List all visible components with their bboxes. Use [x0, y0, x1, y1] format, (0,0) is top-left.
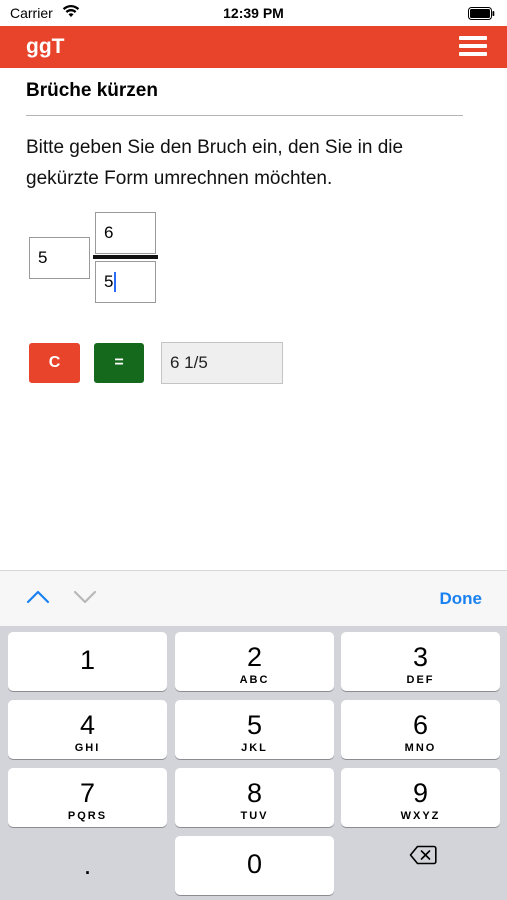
menu-icon[interactable] [459, 34, 487, 58]
key-3[interactable]: 3 DEF [341, 632, 500, 691]
key-letters: GHI [74, 742, 101, 754]
key-letters: PQRS [67, 810, 108, 822]
page-title: Brüche kürzen [26, 80, 158, 101]
key-dot[interactable]: . [8, 836, 167, 895]
key-letters: TUV [240, 810, 269, 822]
key-letters: ABC [239, 674, 270, 686]
fraction-bar [93, 255, 158, 259]
key-6[interactable]: 6 MNO [341, 700, 500, 759]
instruction-text: Bitte geben Sie den Bruch ein, den Sie i… [26, 137, 404, 189]
whole-number-value: 5 [38, 248, 48, 267]
whole-number-input[interactable]: 5 [29, 237, 90, 279]
key-digit: 2 [246, 642, 263, 672]
chevron-up-icon[interactable] [26, 589, 50, 605]
key-1[interactable]: 1 [8, 632, 167, 691]
chevron-down-icon[interactable] [73, 589, 97, 605]
key-letters: MNO [404, 742, 437, 754]
result-value: 6 1/5 [170, 353, 208, 372]
key-digit: 1 [79, 645, 96, 675]
denominator-value: 5 [104, 272, 114, 291]
key-letters: WXYZ [400, 810, 441, 822]
clock: 12:39 PM [223, 5, 284, 21]
key-digit: 4 [79, 710, 96, 740]
key-digit: 7 [79, 778, 96, 808]
app-title: ggT [26, 35, 65, 58]
key-5[interactable]: 5 JKL [175, 700, 334, 759]
key-7[interactable]: 7 PQRS [8, 768, 167, 827]
key-digit: 0 [246, 849, 263, 879]
backspace-icon[interactable] [409, 845, 437, 865]
equals-button[interactable]: = [94, 343, 144, 383]
key-letters: JKL [241, 742, 268, 754]
text-cursor [114, 272, 117, 292]
key-4[interactable]: 4 GHI [8, 700, 167, 759]
key-digit: 8 [246, 778, 263, 808]
key-2[interactable]: 2 ABC [175, 632, 334, 691]
key-digit: . [83, 850, 92, 880]
key-0[interactable]: 0 [175, 836, 334, 895]
clear-button[interactable]: C [29, 343, 80, 383]
battery-icon [468, 7, 495, 20]
denominator-input[interactable]: 5 [95, 261, 156, 303]
key-digit: 6 [412, 710, 429, 740]
key-9[interactable]: 9 WXYZ [341, 768, 500, 827]
keyboard-accessory-bar: Done [0, 570, 507, 626]
numerator-value: 6 [104, 223, 114, 242]
key-8[interactable]: 8 TUV [175, 768, 334, 827]
divider [26, 115, 463, 116]
key-digit: 3 [412, 642, 429, 672]
key-digit: 5 [246, 710, 263, 740]
numeric-keypad: 1 2 ABC 3 DEF 4 GHI 5 JKL 6 MNO 7 PQRS 8… [0, 626, 507, 900]
numerator-input[interactable]: 6 [95, 212, 156, 254]
app-bar: ggT [0, 26, 507, 68]
status-bar: Carrier 12:39 PM [0, 0, 507, 26]
key-letters: DEF [406, 674, 435, 686]
result-field: 6 1/5 [161, 342, 283, 384]
done-button[interactable]: Done [440, 589, 483, 609]
key-digit: 9 [412, 778, 429, 808]
